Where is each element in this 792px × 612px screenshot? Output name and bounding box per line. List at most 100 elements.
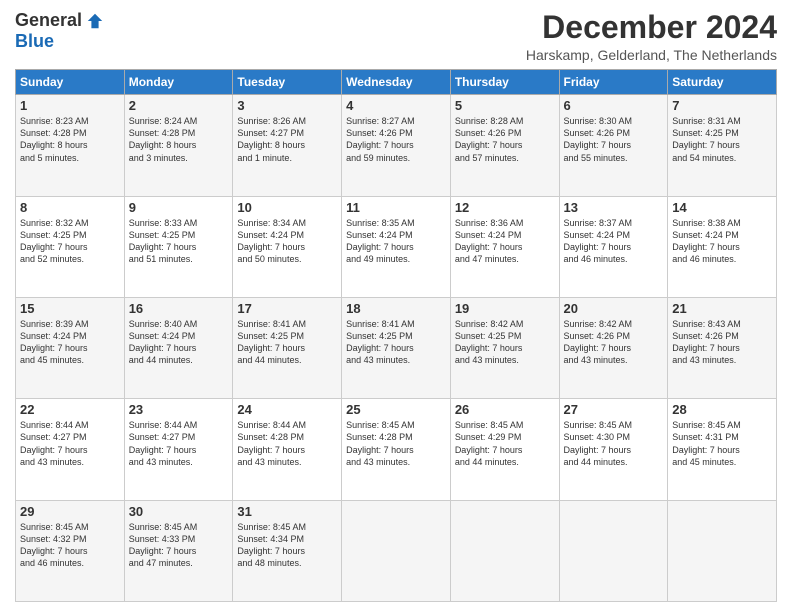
calendar-cell: 30Sunrise: 8:45 AM Sunset: 4:33 PM Dayli… — [124, 500, 233, 601]
col-saturday: Saturday — [668, 70, 777, 95]
day-number: 11 — [346, 200, 446, 215]
day-content: Sunrise: 8:39 AM Sunset: 4:24 PM Dayligh… — [20, 318, 120, 367]
day-number: 29 — [20, 504, 120, 519]
title-section: December 2024 Harskamp, Gelderland, The … — [526, 10, 777, 63]
day-number: 4 — [346, 98, 446, 113]
day-content: Sunrise: 8:43 AM Sunset: 4:26 PM Dayligh… — [672, 318, 772, 367]
calendar-week-5: 29 Sunrise: 8:45 AM Sunset: 4:32 PM Dayli… — [16, 500, 777, 601]
day-number: 9 — [129, 200, 229, 215]
calendar-cell: 28 Sunrise: 8:45 AM Sunset: 4:31 PM Dayli… — [668, 399, 777, 500]
logo-icon — [86, 12, 104, 30]
calendar-cell: 15 Sunrise: 8:39 AM Sunset: 4:24 PM Dayli… — [16, 297, 125, 398]
col-wednesday: Wednesday — [342, 70, 451, 95]
calendar-cell: 16 Sunrise: 8:40 AM Sunset: 4:24 PM Dayli… — [124, 297, 233, 398]
day-number: 12 — [455, 200, 555, 215]
calendar-cell: 24Sunrise: 8:44 AM Sunset: 4:28 PM Dayli… — [233, 399, 342, 500]
calendar-cell: 5 Sunrise: 8:28 AM Sunset: 4:26 PM Daylig… — [450, 95, 559, 196]
day-content: Sunrise: 8:45 AM Sunset: 4:32 PM Dayligh… — [20, 521, 120, 570]
day-number: 13 — [564, 200, 664, 215]
calendar-cell: 14Sunrise: 8:38 AM Sunset: 4:24 PM Dayli… — [668, 196, 777, 297]
calendar-cell: 26 Sunrise: 8:45 AM Sunset: 4:29 PM Dayli… — [450, 399, 559, 500]
day-number: 7 — [672, 98, 772, 113]
calendar-week-1: 1 Sunrise: 8:23 AM Sunset: 4:28 PM Daylig… — [16, 95, 777, 196]
day-content: Sunrise: 8:27 AM Sunset: 4:26 PM Dayligh… — [346, 115, 446, 164]
day-content: Sunrise: 8:33 AM Sunset: 4:25 PM Dayligh… — [129, 217, 229, 266]
calendar-cell: 22Sunrise: 8:44 AM Sunset: 4:27 PM Dayli… — [16, 399, 125, 500]
day-content: Sunrise: 8:42 AM Sunset: 4:26 PM Dayligh… — [564, 318, 664, 367]
day-content: Sunrise: 8:40 AM Sunset: 4:24 PM Dayligh… — [129, 318, 229, 367]
calendar-cell: 19Sunrise: 8:42 AM Sunset: 4:25 PM Dayli… — [450, 297, 559, 398]
calendar-cell: 27Sunrise: 8:45 AM Sunset: 4:30 PM Dayli… — [559, 399, 668, 500]
calendar-cell: 7 Sunrise: 8:31 AM Sunset: 4:25 PM Daylig… — [668, 95, 777, 196]
day-content: Sunrise: 8:34 AM Sunset: 4:24 PM Dayligh… — [237, 217, 337, 266]
day-content: Sunrise: 8:32 AM Sunset: 4:25 PM Dayligh… — [20, 217, 120, 266]
calendar-cell: 18 Sunrise: 8:41 AM Sunset: 4:25 PM Dayli… — [342, 297, 451, 398]
day-content: Sunrise: 8:41 AM Sunset: 4:25 PM Dayligh… — [237, 318, 337, 367]
day-number: 15 — [20, 301, 120, 316]
logo-blue-text: Blue — [15, 31, 54, 52]
day-content: Sunrise: 8:30 AM Sunset: 4:26 PM Dayligh… — [564, 115, 664, 164]
logo: General Blue — [15, 10, 104, 52]
day-content: Sunrise: 8:36 AM Sunset: 4:24 PM Dayligh… — [455, 217, 555, 266]
col-tuesday: Tuesday — [233, 70, 342, 95]
day-number: 23 — [129, 402, 229, 417]
calendar-cell: 17 Sunrise: 8:41 AM Sunset: 4:25 PM Dayli… — [233, 297, 342, 398]
calendar-week-4: 22Sunrise: 8:44 AM Sunset: 4:27 PM Dayli… — [16, 399, 777, 500]
col-friday: Friday — [559, 70, 668, 95]
day-number: 16 — [129, 301, 229, 316]
calendar-cell: 11 Sunrise: 8:35 AM Sunset: 4:24 PM Dayli… — [342, 196, 451, 297]
calendar-cell — [450, 500, 559, 601]
day-number: 2 — [129, 98, 229, 113]
day-number: 24 — [237, 402, 337, 417]
day-number: 6 — [564, 98, 664, 113]
day-content: Sunrise: 8:28 AM Sunset: 4:26 PM Dayligh… — [455, 115, 555, 164]
calendar-cell: 9 Sunrise: 8:33 AM Sunset: 4:25 PM Daylig… — [124, 196, 233, 297]
day-number: 8 — [20, 200, 120, 215]
day-number: 14 — [672, 200, 772, 215]
day-content: Sunrise: 8:26 AM Sunset: 4:27 PM Dayligh… — [237, 115, 337, 164]
col-sunday: Sunday — [16, 70, 125, 95]
calendar-cell — [342, 500, 451, 601]
calendar-cell: 23 Sunrise: 8:44 AM Sunset: 4:27 PM Dayli… — [124, 399, 233, 500]
day-content: Sunrise: 8:45 AM Sunset: 4:30 PM Dayligh… — [564, 419, 664, 468]
day-content: Sunrise: 8:45 AM Sunset: 4:29 PM Dayligh… — [455, 419, 555, 468]
day-content: Sunrise: 8:44 AM Sunset: 4:27 PM Dayligh… — [20, 419, 120, 468]
day-number: 10 — [237, 200, 337, 215]
day-content: Sunrise: 8:45 AM Sunset: 4:31 PM Dayligh… — [672, 419, 772, 468]
day-number: 5 — [455, 98, 555, 113]
day-content: Sunrise: 8:23 AM Sunset: 4:28 PM Dayligh… — [20, 115, 120, 164]
calendar-cell: 3 Sunrise: 8:26 AM Sunset: 4:27 PM Daylig… — [233, 95, 342, 196]
calendar-cell: 8 Sunrise: 8:32 AM Sunset: 4:25 PM Daylig… — [16, 196, 125, 297]
calendar-cell — [559, 500, 668, 601]
calendar-cell: 29 Sunrise: 8:45 AM Sunset: 4:32 PM Dayli… — [16, 500, 125, 601]
day-content: Sunrise: 8:41 AM Sunset: 4:25 PM Dayligh… — [346, 318, 446, 367]
page: General Blue December 2024 Harskamp, Gel… — [0, 0, 792, 612]
day-content: Sunrise: 8:31 AM Sunset: 4:25 PM Dayligh… — [672, 115, 772, 164]
header-row: Sunday Monday Tuesday Wednesday Thursday… — [16, 70, 777, 95]
calendar-cell: 1 Sunrise: 8:23 AM Sunset: 4:28 PM Daylig… — [16, 95, 125, 196]
day-content: Sunrise: 8:37 AM Sunset: 4:24 PM Dayligh… — [564, 217, 664, 266]
col-monday: Monday — [124, 70, 233, 95]
day-content: Sunrise: 8:35 AM Sunset: 4:24 PM Dayligh… — [346, 217, 446, 266]
day-number: 18 — [346, 301, 446, 316]
calendar-table: Sunday Monday Tuesday Wednesday Thursday… — [15, 69, 777, 602]
calendar-cell: 10 Sunrise: 8:34 AM Sunset: 4:24 PM Dayli… — [233, 196, 342, 297]
day-number: 20 — [564, 301, 664, 316]
day-number: 1 — [20, 98, 120, 113]
location-subtitle: Harskamp, Gelderland, The Netherlands — [526, 47, 777, 63]
day-content: Sunrise: 8:44 AM Sunset: 4:27 PM Dayligh… — [129, 419, 229, 468]
day-content: Sunrise: 8:24 AM Sunset: 4:28 PM Dayligh… — [129, 115, 229, 164]
calendar-cell: 12 Sunrise: 8:36 AM Sunset: 4:24 PM Dayli… — [450, 196, 559, 297]
calendar-week-3: 15 Sunrise: 8:39 AM Sunset: 4:24 PM Dayli… — [16, 297, 777, 398]
day-number: 26 — [455, 402, 555, 417]
calendar-cell: 21 Sunrise: 8:43 AM Sunset: 4:26 PM Dayli… — [668, 297, 777, 398]
calendar-cell: 2 Sunrise: 8:24 AM Sunset: 4:28 PM Daylig… — [124, 95, 233, 196]
calendar-cell: 20 Sunrise: 8:42 AM Sunset: 4:26 PM Dayli… — [559, 297, 668, 398]
day-number: 17 — [237, 301, 337, 316]
day-content: Sunrise: 8:45 AM Sunset: 4:28 PM Dayligh… — [346, 419, 446, 468]
day-number: 19 — [455, 301, 555, 316]
header: General Blue December 2024 Harskamp, Gel… — [15, 10, 777, 63]
day-number: 3 — [237, 98, 337, 113]
day-number: 28 — [672, 402, 772, 417]
day-number: 21 — [672, 301, 772, 316]
